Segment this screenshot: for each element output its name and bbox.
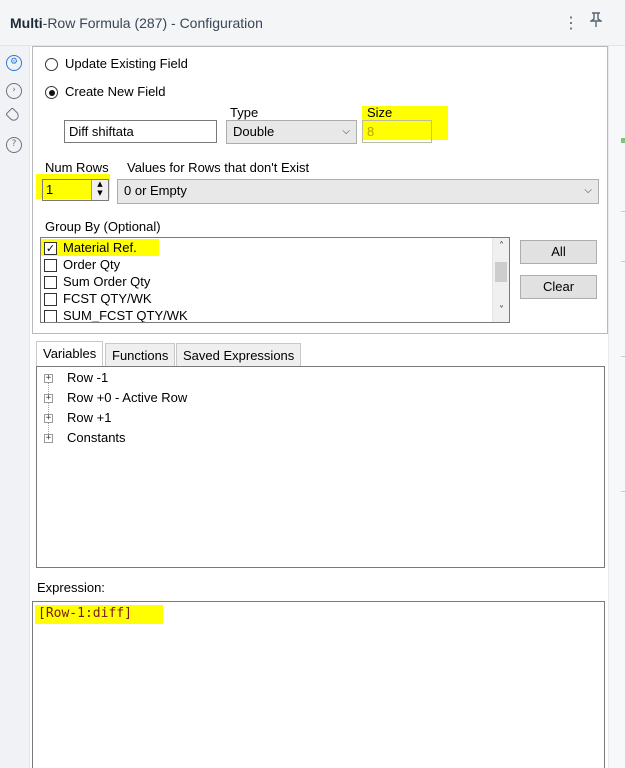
group-by-list[interactable]: ✓ Material Ref. Order Qty Sum Order Qty … — [40, 237, 510, 323]
tree-item-constants[interactable]: Constants — [67, 430, 126, 445]
create-field-label[interactable]: Create New Field — [65, 84, 165, 99]
pin-icon[interactable] — [588, 12, 604, 32]
window-title: Multi-Row Formula (287) - Configuration — [10, 15, 263, 31]
window-title-bold: Multi — [10, 15, 43, 31]
group-by-checkbox[interactable] — [44, 276, 57, 289]
title-bar: Multi-Row Formula (287) - Configuration … — [0, 0, 625, 46]
window-title-rest: -Row Formula (287) - Configuration — [42, 15, 263, 31]
update-field-label[interactable]: Update Existing Field — [65, 56, 188, 71]
values-rows-value: 0 or Empty — [124, 183, 187, 198]
clear-button[interactable]: Clear — [520, 275, 597, 299]
num-rows-label: Num Rows — [45, 160, 109, 175]
num-rows-value: 1 — [46, 182, 54, 197]
expression-editor[interactable]: [Row-1:diff] — [32, 601, 605, 768]
stepper-up-icon[interactable]: ▲ — [92, 180, 108, 189]
group-by-item[interactable]: FCST QTY/WK — [63, 291, 152, 306]
group-by-item[interactable]: Order Qty — [63, 257, 120, 272]
group-by-item[interactable]: Material Ref. — [63, 240, 137, 255]
group-by-item[interactable]: Sum Order Qty — [63, 274, 150, 289]
update-field-radio[interactable] — [45, 58, 58, 71]
scroll-thumb[interactable] — [495, 262, 507, 282]
tab-functions[interactable]: Functions — [105, 343, 176, 366]
expression-text[interactable]: [Row-1:diff] — [38, 606, 132, 621]
new-field-name-input[interactable]: Diff shiftata — [64, 120, 217, 143]
chevron-down-icon: ⌵ — [342, 126, 350, 137]
scroll-down-icon[interactable]: ˅ — [493, 305, 509, 316]
tree-item-row-plus1[interactable]: Row +1 — [67, 410, 111, 425]
group-by-label: Group By (Optional) — [45, 219, 161, 234]
help-icon[interactable]: ? — [6, 137, 22, 153]
expression-label: Expression: — [37, 580, 105, 595]
create-field-radio[interactable] — [45, 86, 58, 99]
tree-guide — [48, 379, 49, 440]
group-by-item[interactable]: SUM_FCST QTY/WK — [63, 308, 188, 322]
expand-icon[interactable]: + — [44, 414, 53, 423]
type-select[interactable]: Double ⌵ — [226, 120, 357, 144]
group-by-checkbox[interactable] — [44, 293, 57, 306]
values-rows-select[interactable]: 0 or Empty ⌵ — [117, 179, 599, 204]
expand-icon[interactable]: + — [44, 434, 53, 443]
tab-variables[interactable]: Variables — [36, 341, 104, 366]
more-vertical-icon[interactable]: ⋮ — [563, 13, 579, 33]
variables-tree: + Row -1 + Row +0 - Active Row + Row +1 … — [36, 366, 605, 568]
values-rows-label: Values for Rows that don't Exist — [127, 160, 310, 175]
tab-saved-expressions[interactable]: Saved Expressions — [176, 343, 302, 366]
chevron-down-icon: ⌵ — [584, 185, 592, 196]
type-label: Type — [230, 105, 259, 120]
num-rows-stepper[interactable]: ▲ ▼ — [91, 180, 108, 200]
type-select-value: Double — [233, 124, 275, 139]
tree-item-row-minus1[interactable]: Row -1 — [67, 370, 108, 385]
all-button[interactable]: All — [520, 240, 597, 264]
gear-icon[interactable]: ⚙ — [6, 55, 22, 71]
stepper-down-icon[interactable]: ▼ — [92, 189, 108, 198]
arrow-circle-icon[interactable]: › — [6, 83, 22, 99]
tag-icon[interactable] — [5, 107, 21, 123]
background-canvas-edge — [608, 46, 625, 768]
size-input[interactable]: 8 — [362, 120, 432, 143]
group-by-checkbox[interactable] — [44, 310, 57, 322]
scroll-up-icon[interactable]: ˄ — [493, 241, 509, 252]
size-label: Size — [367, 105, 393, 120]
group-by-scrollbar[interactable]: ˄ ˅ — [492, 238, 509, 322]
tree-item-row-active[interactable]: Row +0 - Active Row — [67, 390, 187, 405]
group-by-checkbox[interactable] — [44, 259, 57, 272]
group-by-checkbox[interactable]: ✓ — [44, 242, 57, 255]
tool-sidebar: ⚙ › ? — [0, 46, 30, 768]
expand-icon[interactable]: + — [44, 374, 53, 383]
expand-icon[interactable]: + — [44, 394, 53, 403]
